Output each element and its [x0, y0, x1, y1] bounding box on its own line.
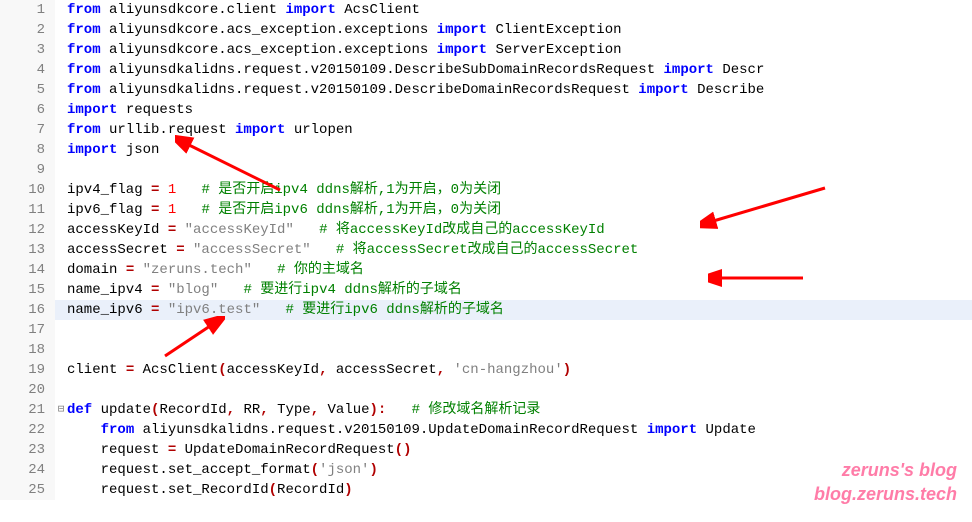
code-line[interactable]: 23 request = UpdateDomainRecordRequest()	[0, 440, 972, 460]
line-number: 20	[0, 380, 55, 400]
code-line[interactable]: 21⊟def update(RecordId, RR, Type, Value)…	[0, 400, 972, 420]
line-number: 13	[0, 240, 55, 260]
watermark-text: zeruns's blog	[842, 460, 957, 480]
line-number: 23	[0, 440, 55, 460]
code-content[interactable]: request.set_accept_format('json')	[67, 460, 972, 480]
code-line[interactable]: 12 accessKeyId = "accessKeyId" # 将accessK…	[0, 220, 972, 240]
line-number: 19	[0, 360, 55, 380]
code-line[interactable]: 22 from aliyunsdkalidns.request.v2015010…	[0, 420, 972, 440]
code-content[interactable]: name_ipv4 = "blog" # 要进行ipv4 ddns解析的子域名	[67, 280, 972, 300]
line-number: 9	[0, 160, 55, 180]
code-content[interactable]: ipv4_flag = 1 # 是否开启ipv4 ddns解析,1为开启，0为关…	[67, 180, 972, 200]
code-line[interactable]: 13 accessSecret = "accessSecret" # 将acces…	[0, 240, 972, 260]
line-number: 16	[0, 300, 55, 320]
code-content[interactable]: name_ipv6 = "ipv6.test" # 要进行ipv6 ddns解析…	[67, 300, 972, 320]
code-line[interactable]: 18	[0, 340, 972, 360]
code-editor[interactable]: 1 from aliyunsdkcore.client import AcsCli…	[0, 0, 972, 500]
code-line[interactable]: 2 from aliyunsdkcore.acs_exception.except…	[0, 20, 972, 40]
code-line[interactable]: 15 name_ipv4 = "blog" # 要进行ipv4 ddns解析的子域…	[0, 280, 972, 300]
watermark-text: blog.zeruns.tech	[814, 484, 957, 504]
code-line[interactable]: 9	[0, 160, 972, 180]
line-number: 6	[0, 100, 55, 120]
code-content[interactable]: from aliyunsdkalidns.request.v20150109.U…	[67, 420, 972, 440]
line-number: 17	[0, 320, 55, 340]
line-number: 21	[0, 400, 55, 420]
line-number: 14	[0, 260, 55, 280]
line-number: 8	[0, 140, 55, 160]
code-line[interactable]: 24 request.set_accept_format('json')	[0, 460, 972, 480]
code-line[interactable]: 20	[0, 380, 972, 400]
code-content[interactable]: def update(RecordId, RR, Type, Value): #…	[67, 400, 972, 420]
code-line[interactable]: 8 import json	[0, 140, 972, 160]
code-content[interactable]: accessKeyId = "accessKeyId" # 将accessKey…	[67, 220, 972, 240]
line-number: 24	[0, 460, 55, 480]
code-line[interactable]: 11 ipv6_flag = 1 # 是否开启ipv6 ddns解析,1为开启，0…	[0, 200, 972, 220]
line-number: 1	[0, 0, 55, 20]
code-content[interactable]: from aliyunsdkcore.acs_exception.excepti…	[67, 20, 972, 40]
code-content[interactable]: domain = "zeruns.tech" # 你的主域名	[67, 260, 972, 280]
code-content[interactable]: request = UpdateDomainRecordRequest()	[67, 440, 972, 460]
code-line[interactable]: 4 from aliyunsdkalidns.request.v20150109.…	[0, 60, 972, 80]
line-number: 18	[0, 340, 55, 360]
code-content[interactable]: from urllib.request import urlopen	[67, 120, 972, 140]
code-line[interactable]: 10 ipv4_flag = 1 # 是否开启ipv4 ddns解析,1为开启，0…	[0, 180, 972, 200]
code-content[interactable]: from aliyunsdkalidns.request.v20150109.D…	[67, 60, 972, 80]
code-content[interactable]: import requests	[67, 100, 972, 120]
line-number: 22	[0, 420, 55, 440]
code-line[interactable]: 5 from aliyunsdkalidns.request.v20150109.…	[0, 80, 972, 100]
line-number: 11	[0, 200, 55, 220]
code-content[interactable]: accessSecret = "accessSecret" # 将accessS…	[67, 240, 972, 260]
code-content[interactable]: from aliyunsdkalidns.request.v20150109.D…	[67, 80, 972, 100]
code-line[interactable]: 17	[0, 320, 972, 340]
fold-toggle[interactable]: ⊟	[55, 400, 67, 420]
code-content[interactable]: import json	[67, 140, 972, 160]
line-number: 15	[0, 280, 55, 300]
line-number: 3	[0, 40, 55, 60]
code-line[interactable]: 1 from aliyunsdkcore.client import AcsCli…	[0, 0, 972, 20]
code-content[interactable]: client = AcsClient(accessKeyId, accessSe…	[67, 360, 972, 380]
line-number: 4	[0, 60, 55, 80]
line-number: 10	[0, 180, 55, 200]
code-content[interactable]: from aliyunsdkcore.acs_exception.excepti…	[67, 40, 972, 60]
code-line[interactable]: 6 import requests	[0, 100, 972, 120]
code-content[interactable]: from aliyunsdkcore.client import AcsClie…	[67, 0, 972, 20]
line-number: 25	[0, 480, 55, 500]
code-content[interactable]: ipv6_flag = 1 # 是否开启ipv6 ddns解析,1为开启，0为关…	[67, 200, 972, 220]
code-line[interactable]: 16 name_ipv6 = "ipv6.test" # 要进行ipv6 ddns…	[0, 300, 972, 320]
line-number: 7	[0, 120, 55, 140]
line-number: 2	[0, 20, 55, 40]
code-line[interactable]: 19 client = AcsClient(accessKeyId, access…	[0, 360, 972, 380]
line-number: 5	[0, 80, 55, 100]
code-line[interactable]: 14 domain = "zeruns.tech" # 你的主域名	[0, 260, 972, 280]
code-line[interactable]: 3 from aliyunsdkcore.acs_exception.except…	[0, 40, 972, 60]
code-line[interactable]: 7 from urllib.request import urlopen	[0, 120, 972, 140]
line-number: 12	[0, 220, 55, 240]
